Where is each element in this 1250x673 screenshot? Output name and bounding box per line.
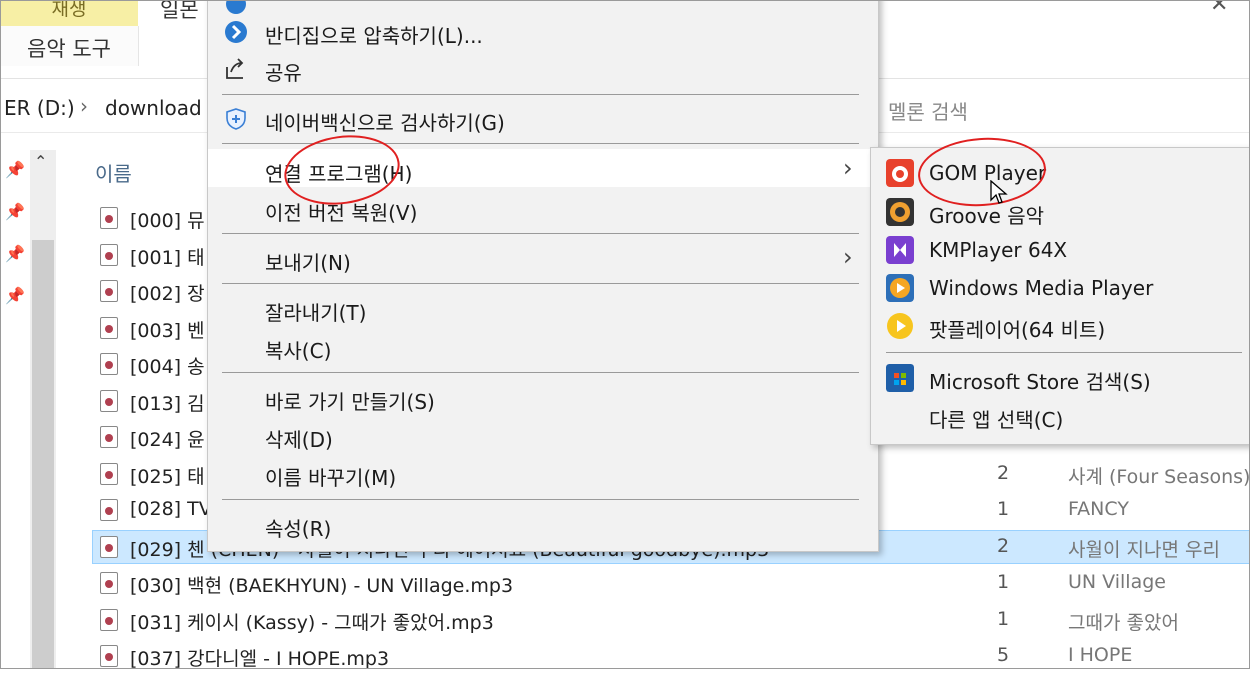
audio-file-icon	[100, 536, 118, 558]
menu-item-copy[interactable]: 복사(C)	[265, 335, 331, 364]
file-name: [003] 벤	[130, 320, 205, 342]
audio-file-icon	[100, 609, 118, 631]
file-title: UN Village	[1068, 571, 1166, 593]
menu-item-naver-scan[interactable]: 네이버백신으로 검사하기(G)	[265, 107, 505, 136]
audio-file-icon	[100, 317, 118, 339]
file-name: [031] 케이시 (Kassy) - 그때가 좋았어.mp3	[130, 612, 494, 634]
column-header-name[interactable]: 이름	[95, 158, 132, 187]
menu-item-share[interactable]: 공유	[265, 57, 302, 86]
file-name: [037] 강다니엘 - I HOPE.mp3	[130, 648, 390, 670]
submenu-item-potplayer[interactable]: 팟플레이어(64 비트)	[929, 314, 1105, 343]
file-title: 사월이 지나면 우리	[1068, 539, 1220, 561]
file-title: 사계 (Four Seasons)	[1068, 466, 1250, 488]
file-name: [025] 태	[130, 466, 205, 488]
file-name: [030] 백현 (BAEKHYUN) - UN Village.mp3	[130, 575, 514, 597]
shield-icon	[226, 108, 246, 130]
pin-icon[interactable]: 📌	[5, 244, 25, 263]
file-track-number: 2	[997, 462, 1010, 484]
menu-item-properties[interactable]: 속성(R)	[265, 513, 331, 542]
audio-file-icon	[100, 572, 118, 594]
file-track-number: 1	[997, 608, 1010, 630]
tab-play[interactable]: 재생	[0, 0, 138, 26]
menu-separator	[222, 94, 859, 95]
audio-file-icon	[100, 244, 118, 266]
potplayer-icon	[887, 313, 913, 339]
submenu-item-other-app[interactable]: 다른 앱 선택(C)	[929, 404, 1063, 433]
file-name: [024] 윤	[130, 429, 205, 451]
file-title: I HOPE	[1068, 644, 1133, 666]
file-track-number: 1	[997, 571, 1010, 593]
file-track-number: 5	[997, 644, 1010, 666]
file-name: [001] 태	[130, 247, 205, 269]
menu-separator	[222, 372, 859, 373]
audio-file-icon	[100, 499, 118, 521]
menu-item-send-to[interactable]: 보내기(N)	[265, 247, 351, 276]
breadcrumb-folder[interactable]: download	[105, 96, 202, 120]
menu-item-cut[interactable]: 잘라내기(T)	[265, 297, 366, 326]
menu-item-compress[interactable]: 반디집으로 압축하기(L)...	[265, 20, 483, 49]
file-title: 그때가 좋았어	[1068, 612, 1179, 634]
file-name: [028] TV	[130, 498, 212, 520]
tab-partial[interactable]: 일몬	[160, 0, 199, 24]
breadcrumb-separator-icon[interactable]: ›	[80, 94, 88, 118]
menu-item-rename[interactable]: 이름 바꾸기(M)	[265, 462, 396, 491]
audio-file-icon	[100, 390, 118, 412]
audio-file-icon	[100, 463, 118, 485]
audio-file-icon	[100, 426, 118, 448]
mouse-cursor-icon	[990, 180, 1008, 204]
nav-scrollbar-thumb[interactable]	[32, 240, 54, 669]
audio-file-icon	[100, 207, 118, 229]
submenu-item-wmp[interactable]: Windows Media Player	[929, 276, 1153, 300]
kmplayer-icon	[886, 236, 914, 264]
pin-icon[interactable]: 📌	[5, 160, 25, 179]
groove-music-icon	[886, 198, 914, 226]
file-name: [002] 장	[130, 283, 205, 305]
audio-file-icon	[100, 280, 118, 302]
bandizip-icon	[225, 21, 247, 43]
menu-item-create-shortcut[interactable]: 바로 가기 만들기(S)	[265, 386, 435, 415]
file-name: [013] 김	[130, 393, 205, 415]
submenu-item-store[interactable]: Microsoft Store 검색(S)	[929, 366, 1151, 395]
microsoft-store-icon	[886, 364, 914, 392]
menu-separator	[222, 283, 859, 284]
menu-separator	[222, 233, 859, 234]
gom-player-icon	[886, 159, 914, 187]
tab-music-tools[interactable]: 음악 도구	[0, 26, 139, 66]
submenu-item-kmplayer[interactable]: KMPlayer 64X	[929, 238, 1067, 262]
submenu-separator	[886, 352, 1242, 353]
chevron-right-icon: ›	[843, 154, 853, 182]
menu-separator	[222, 499, 859, 500]
share-icon	[226, 58, 244, 79]
pin-icon[interactable]: 📌	[5, 202, 25, 221]
collapse-icon[interactable]: ⌃	[34, 152, 47, 171]
app-icon	[226, 0, 246, 14]
audio-file-icon	[100, 645, 118, 667]
audio-file-icon	[100, 353, 118, 375]
file-name: [000] 뮤	[130, 210, 205, 232]
windows-media-player-icon	[886, 274, 914, 302]
file-track-number: 1	[997, 498, 1010, 520]
file-title: FANCY	[1068, 498, 1129, 520]
pin-icon[interactable]: 📌	[5, 286, 25, 305]
file-track-number: 2	[997, 535, 1010, 557]
chevron-right-icon: ›	[843, 243, 853, 271]
menu-item-delete[interactable]: 삭제(D)	[265, 424, 333, 453]
close-icon[interactable]: ✕	[1210, 0, 1228, 17]
breadcrumb-drive[interactable]: ER (D:)	[4, 96, 75, 120]
file-name: [004] 송	[130, 356, 205, 378]
search-input[interactable]: 멜론 검색	[888, 96, 968, 125]
